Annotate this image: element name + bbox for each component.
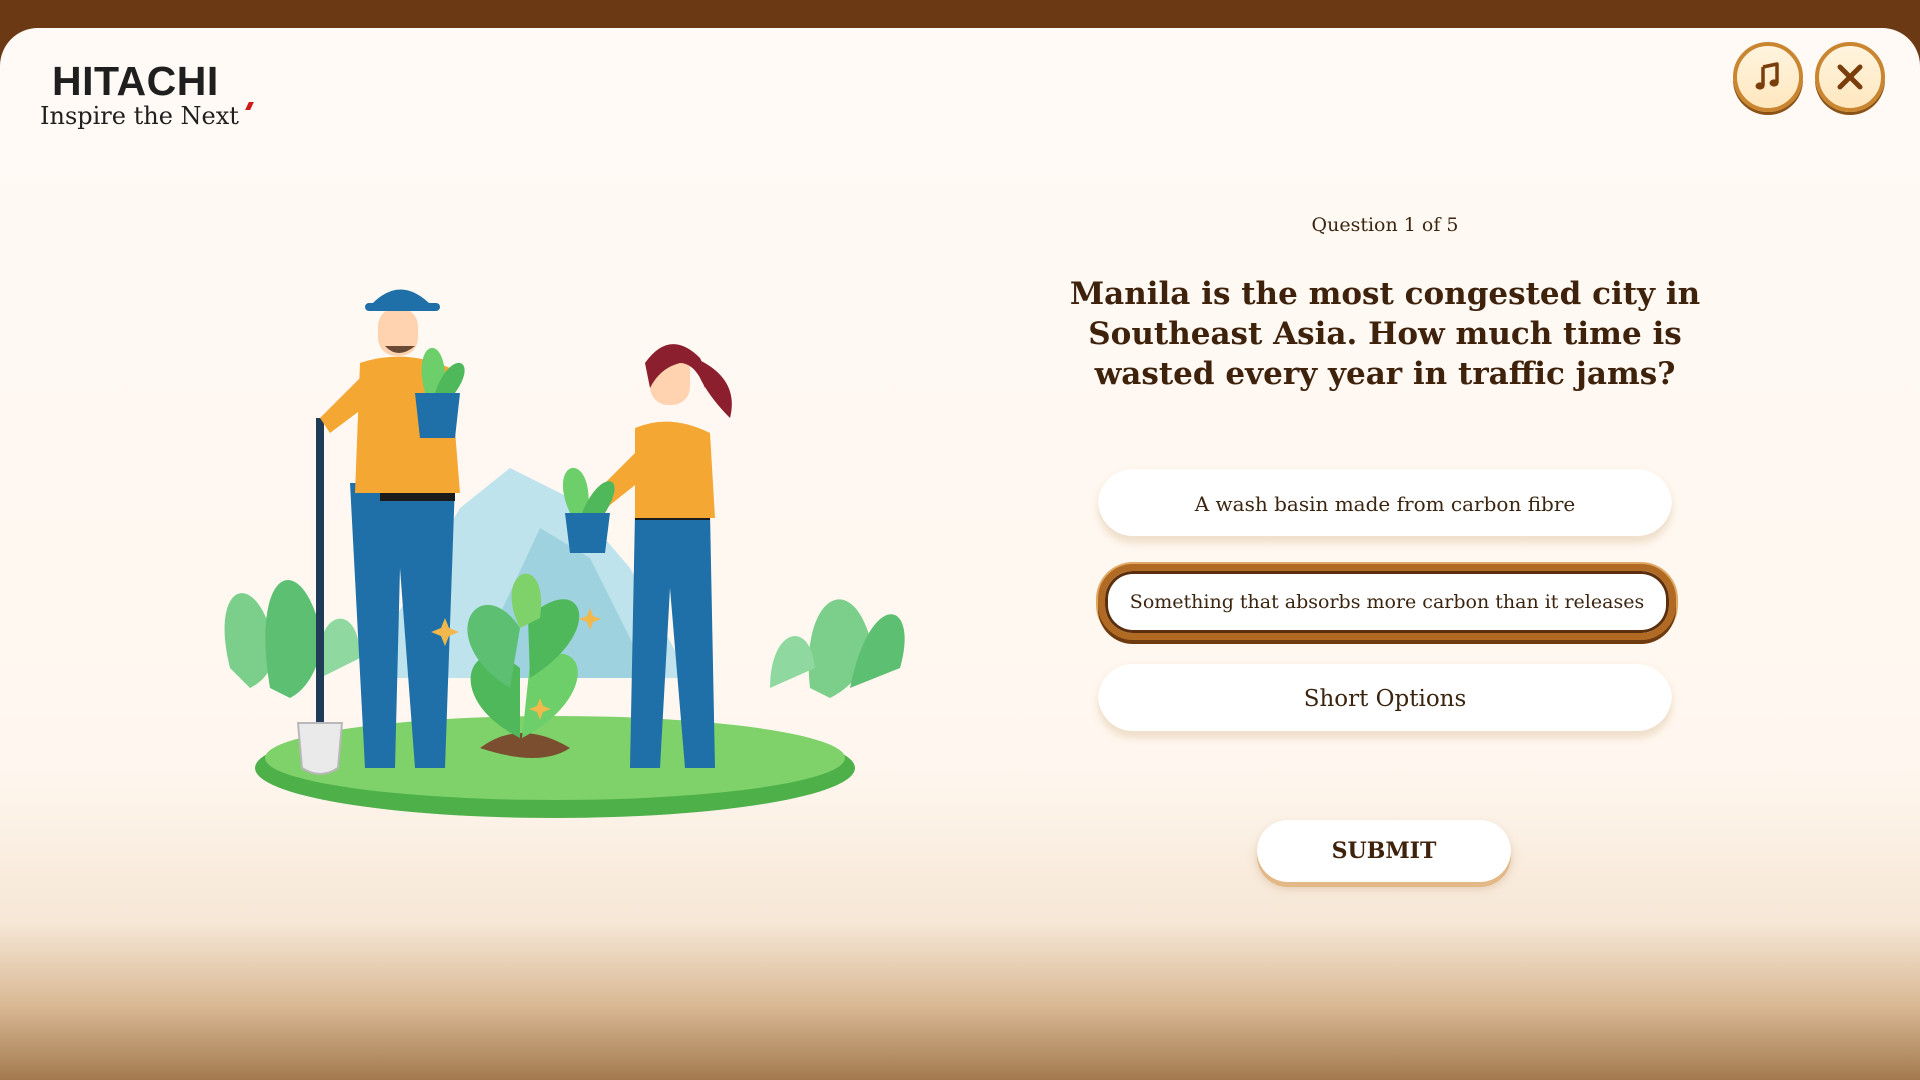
close-button[interactable] bbox=[1815, 42, 1885, 112]
question-progress: Question 1 of 5 bbox=[1311, 214, 1459, 236]
answer-option-1[interactable]: A wash basin made from carbon fibre bbox=[1098, 469, 1672, 539]
quiz-frame: HITACHI Inspire the Next Question 1 of 5… bbox=[0, 28, 1920, 1080]
answer-option-3[interactable]: Short Options bbox=[1098, 664, 1672, 734]
submit-button[interactable]: SUBMIT bbox=[1257, 820, 1511, 882]
logo-tagline: Inspire the Next bbox=[40, 102, 239, 130]
leaves-right bbox=[770, 599, 905, 698]
music-toggle-button[interactable] bbox=[1733, 42, 1803, 112]
question-text: Manila is the most congested city in Sou… bbox=[1069, 276, 1701, 392]
grass-top bbox=[265, 716, 845, 800]
music-note-icon bbox=[1755, 62, 1779, 90]
gardener-man bbox=[320, 289, 465, 768]
logo-accent-mark bbox=[245, 102, 254, 110]
leaves-left bbox=[224, 580, 360, 698]
answer-option-2-selected[interactable]: Something that absorbs more carbon than … bbox=[1098, 564, 1676, 640]
hitachi-logo: HITACHI Inspire the Next bbox=[40, 46, 280, 142]
gardeners-illustration bbox=[224, 289, 905, 818]
close-icon bbox=[1837, 64, 1863, 90]
logo-brand: HITACHI bbox=[52, 58, 219, 104]
